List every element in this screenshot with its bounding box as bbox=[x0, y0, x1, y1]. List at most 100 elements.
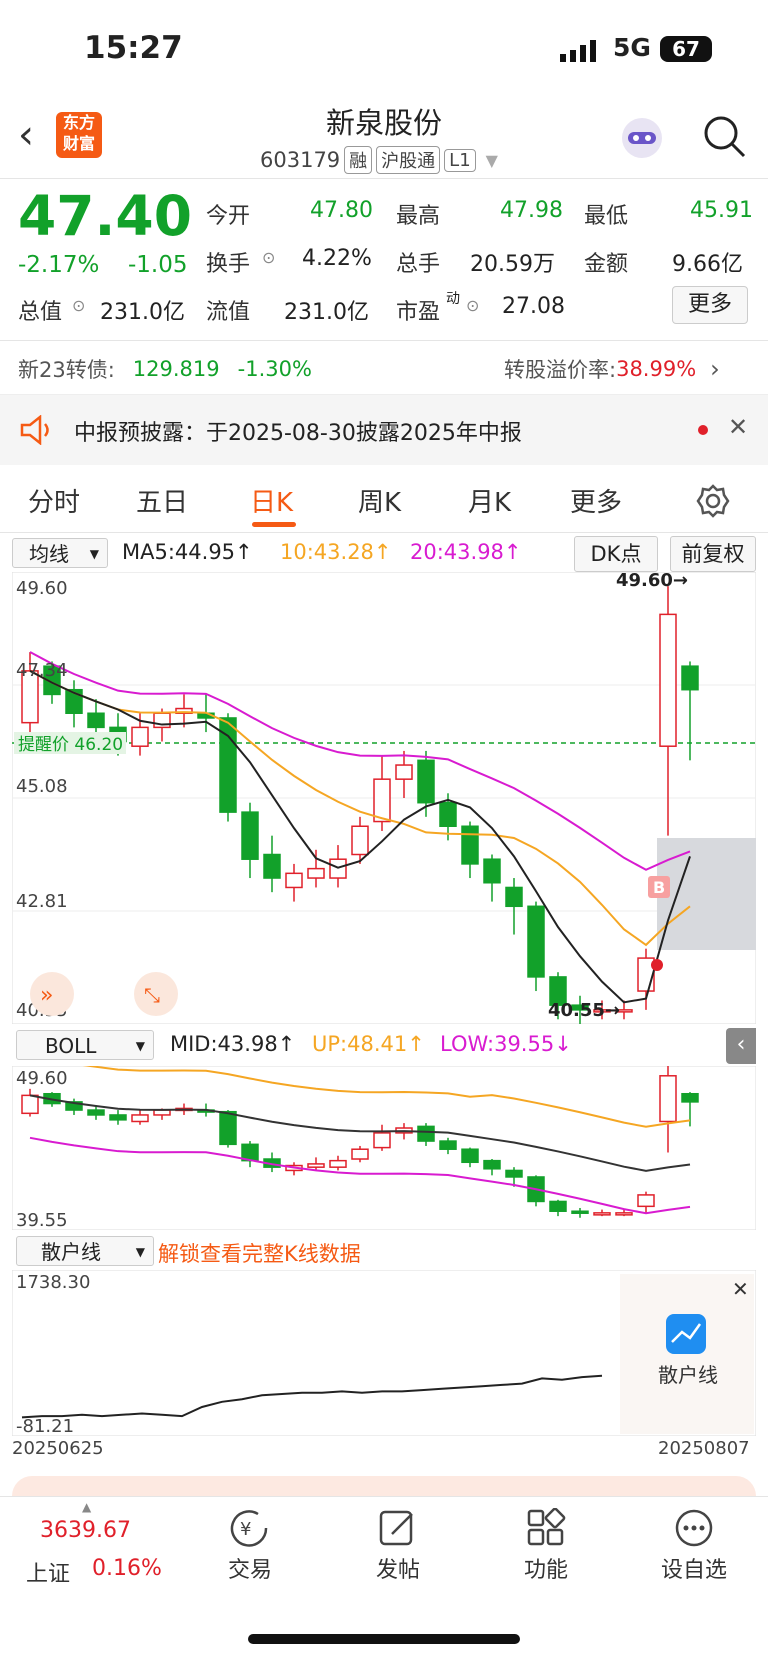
candle bbox=[461, 825, 479, 865]
boll-y-bottom: 39.55 bbox=[16, 1210, 68, 1230]
candle bbox=[307, 867, 325, 879]
search-icon[interactable] bbox=[702, 114, 746, 158]
fullscreen-icon: ⤡ bbox=[144, 983, 160, 1007]
ma10-value: 10:43.28↑ bbox=[280, 540, 392, 564]
tab-daily-k[interactable]: 日K bbox=[250, 482, 293, 519]
premium-label: 转股溢价率: bbox=[504, 358, 617, 382]
close-icon[interactable]: ✕ bbox=[732, 1277, 749, 1301]
info-icon[interactable]: ⊙ bbox=[72, 296, 85, 315]
boll-candle bbox=[21, 1094, 39, 1115]
notice-bar[interactable]: 中报预披露：于2025-08-30披露2025年中报 ✕ bbox=[0, 394, 768, 465]
bond-row[interactable]: 新23转债: 129.819 -1.30% bbox=[18, 354, 312, 384]
speaker-icon bbox=[20, 415, 49, 445]
function-grid-icon[interactable] bbox=[526, 1508, 566, 1548]
candle bbox=[373, 778, 391, 823]
retail-chart[interactable]: 1738.30 -81.21 ✕ 散户线 bbox=[12, 1270, 756, 1436]
info-icon[interactable]: ⊙ bbox=[466, 296, 479, 315]
double-chevron-icon: » bbox=[40, 983, 53, 1008]
retail-select[interactable]: 散户线 ▼ bbox=[16, 1236, 154, 1266]
robot-assistant-icon[interactable] bbox=[618, 114, 666, 162]
y-label-2: 47.34 bbox=[16, 660, 68, 681]
boll-chart[interactable]: 49.60 39.55 bbox=[12, 1066, 756, 1230]
change-percent: -2.17% bbox=[18, 252, 100, 278]
tag-margin: 融 bbox=[344, 146, 373, 174]
network-label: 5G bbox=[613, 33, 651, 62]
boll-candle bbox=[681, 1092, 699, 1103]
candle bbox=[131, 726, 149, 747]
tab-monthly-k[interactable]: 月K bbox=[468, 482, 511, 519]
boll-candle bbox=[87, 1109, 105, 1116]
tag-level: L1 bbox=[444, 148, 476, 172]
turnover-label: 换手 bbox=[206, 252, 251, 277]
float-label: 流值 bbox=[206, 300, 251, 325]
unlock-link[interactable]: 解锁查看完整K线数据 bbox=[158, 1238, 361, 1268]
index-name[interactable]: 上证 bbox=[26, 1556, 70, 1588]
chevron-down-icon[interactable]: ▼ bbox=[486, 151, 498, 170]
settings-icon[interactable] bbox=[696, 484, 730, 518]
candle bbox=[241, 811, 259, 860]
buy-point-dot bbox=[651, 959, 663, 971]
tab-more[interactable]: 更多 bbox=[570, 482, 622, 519]
retail-y-top: 1738.30 bbox=[16, 1272, 90, 1293]
float-value: 231.0亿 bbox=[284, 300, 369, 325]
ma5-value: MA5:44.95↑ bbox=[122, 540, 253, 564]
boll-low: LOW:39.55↓ bbox=[440, 1032, 572, 1056]
caret-up-icon: ▲ bbox=[82, 1500, 92, 1514]
boll-select-label: BOLL bbox=[45, 1034, 97, 1058]
mktcap-value: 231.0亿 bbox=[100, 300, 185, 325]
kline-chart[interactable]: 49.60 47.34 45.08 42.81 40.55 提醒价 46.20 … bbox=[12, 572, 756, 1024]
nav-post[interactable]: 发帖 bbox=[348, 1552, 448, 1584]
tab-intraday[interactable]: 分时 bbox=[28, 482, 80, 519]
boll-candle bbox=[373, 1132, 391, 1149]
nav-watchlist[interactable]: 设自选 bbox=[644, 1552, 744, 1584]
index-value[interactable]: 3639.67 bbox=[40, 1518, 131, 1543]
index-pct[interactable]: 0.16% bbox=[92, 1556, 162, 1581]
collapse-panel-button[interactable]: ‹ bbox=[726, 1028, 756, 1064]
post-icon[interactable] bbox=[378, 1508, 418, 1548]
boll-candle bbox=[329, 1159, 347, 1168]
nav-function[interactable]: 功能 bbox=[496, 1552, 596, 1584]
boll-candle bbox=[637, 1194, 655, 1208]
volume-value: 20.59万 bbox=[470, 252, 555, 277]
info-icon[interactable]: ⊙ bbox=[262, 248, 275, 267]
candle bbox=[285, 872, 303, 889]
signal-icon bbox=[560, 40, 596, 62]
indicator-select[interactable]: 均线 ▼ bbox=[12, 538, 108, 568]
adjust-button[interactable]: 前复权 bbox=[670, 536, 756, 572]
chevron-down-icon: ▼ bbox=[135, 1039, 145, 1053]
more-button[interactable]: 更多 bbox=[672, 286, 748, 324]
tab-five-day[interactable]: 五日 bbox=[136, 482, 188, 519]
volume-label: 总手 bbox=[396, 252, 441, 277]
dk-point-button[interactable]: DK点 bbox=[574, 536, 658, 572]
boll-candle bbox=[461, 1148, 479, 1164]
status-bar: 15:27 5G 67 bbox=[0, 0, 768, 100]
min-price-label: 40.55→ bbox=[548, 1000, 620, 1021]
candle bbox=[483, 858, 501, 884]
candle bbox=[659, 613, 677, 747]
trade-icon[interactable]: ¥ bbox=[228, 1508, 272, 1548]
status-time: 15:27 bbox=[84, 30, 183, 66]
close-icon[interactable]: ✕ bbox=[728, 413, 748, 441]
retail-y-bottom: -81.21 bbox=[16, 1416, 74, 1436]
boll-up: UP:48.41↑ bbox=[312, 1032, 425, 1056]
y-label-top: 49.60 bbox=[16, 578, 68, 599]
divider bbox=[0, 340, 768, 341]
boll-candle bbox=[571, 1210, 589, 1214]
boll-candle bbox=[307, 1163, 325, 1168]
tab-weekly-k[interactable]: 周K bbox=[358, 482, 401, 519]
alert-price-label: 提醒价 46.20 bbox=[18, 735, 123, 755]
candle bbox=[439, 801, 457, 827]
divider bbox=[0, 178, 768, 179]
nav-trade[interactable]: 交易 bbox=[200, 1552, 300, 1584]
bond-premium[interactable]: 转股溢价率: 38.99% › bbox=[504, 354, 720, 384]
y-label-4: 42.81 bbox=[16, 891, 68, 912]
bond-price: 129.819 bbox=[132, 357, 220, 381]
battery-icon: 67 bbox=[660, 36, 712, 62]
boll-candle bbox=[659, 1075, 677, 1123]
boll-candle bbox=[417, 1125, 435, 1142]
more-circle-icon[interactable] bbox=[674, 1508, 714, 1548]
boll-select[interactable]: BOLL ▼ bbox=[16, 1030, 154, 1060]
premium-value: 38.99% bbox=[616, 357, 697, 381]
max-price-label: 49.60→ bbox=[616, 572, 688, 591]
buy-marker-label: B bbox=[653, 878, 665, 897]
